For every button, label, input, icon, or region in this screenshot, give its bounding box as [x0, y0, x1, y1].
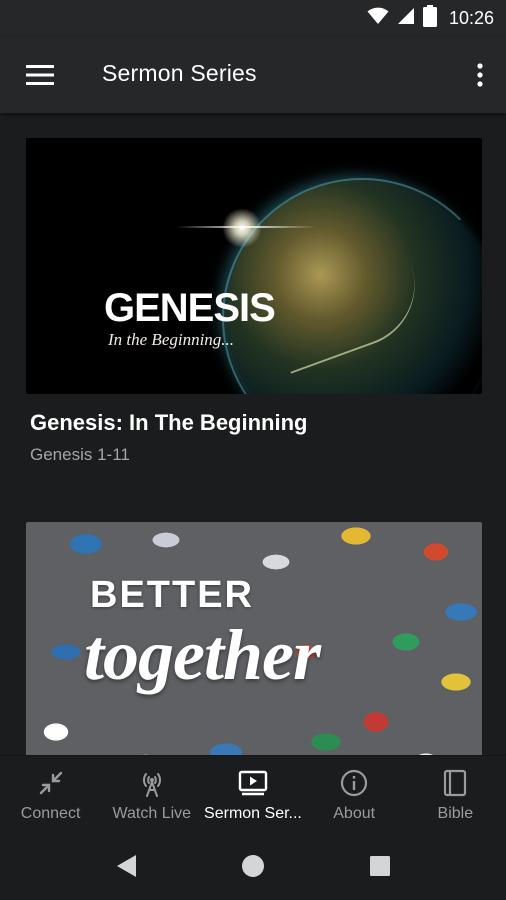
broadcast-icon [137, 768, 167, 798]
series-card-genesis[interactable]: GENESIS In the Beginning... Genesis: In … [26, 138, 482, 465]
nav-item-sermon-series[interactable]: Sermon Ser... [202, 756, 303, 831]
series-artwork: GENESIS In the Beginning... [26, 138, 482, 394]
back-icon [117, 855, 136, 877]
series-title: Genesis: In The Beginning [30, 410, 308, 435]
series-artwork: BETTER together [26, 522, 482, 755]
info-icon [339, 768, 369, 798]
series-card-better-together[interactable]: BETTER together [26, 522, 482, 755]
back-button[interactable] [113, 852, 141, 880]
status-icons: 10:26 [367, 4, 494, 32]
nav-label: Watch Live [112, 805, 192, 822]
cell-signal-icon [397, 7, 415, 30]
page-title: Sermon Series [102, 60, 257, 86]
sermon-series-list[interactable]: GENESIS In the Beginning... Genesis: In … [0, 113, 506, 755]
artwork-headline: BETTER [90, 574, 254, 616]
connect-arrows-icon [36, 768, 66, 798]
artwork-headline: GENESIS [104, 286, 276, 330]
nav-label: Bible [437, 805, 474, 822]
app-bar: Sermon Series [0, 37, 506, 113]
video-play-icon [238, 768, 268, 798]
recents-button[interactable] [366, 852, 394, 880]
nav-label: Sermon Ser... [204, 805, 302, 822]
nav-item-about[interactable]: About [304, 756, 405, 831]
menu-button[interactable] [20, 57, 60, 93]
nav-item-connect[interactable]: Connect [0, 756, 101, 831]
series-subtitle: Genesis 1-11 [30, 445, 130, 464]
more-vert-icon [477, 63, 483, 87]
artwork-tagline: In the Beginning... [108, 330, 235, 349]
nav-label: About [333, 805, 376, 822]
artwork-tagline: together [84, 615, 321, 695]
status-bar: 10:26 [0, 0, 506, 37]
nav-item-bible[interactable]: Bible [405, 756, 506, 831]
recents-icon [370, 856, 390, 876]
battery-icon [422, 4, 437, 32]
status-time: 10:26 [448, 7, 494, 28]
bottom-navigation: Connect Watch Live Sermon Ser... About B… [0, 755, 506, 831]
home-icon [242, 855, 264, 877]
nav-label: Connect [20, 805, 81, 822]
overflow-menu-button[interactable] [468, 57, 492, 93]
system-navigation-bar [0, 830, 506, 900]
book-icon [440, 768, 470, 798]
hamburger-menu-icon [26, 65, 54, 85]
home-button[interactable] [239, 852, 267, 880]
nav-item-watch-live[interactable]: Watch Live [101, 756, 202, 831]
wifi-icon [367, 7, 389, 30]
